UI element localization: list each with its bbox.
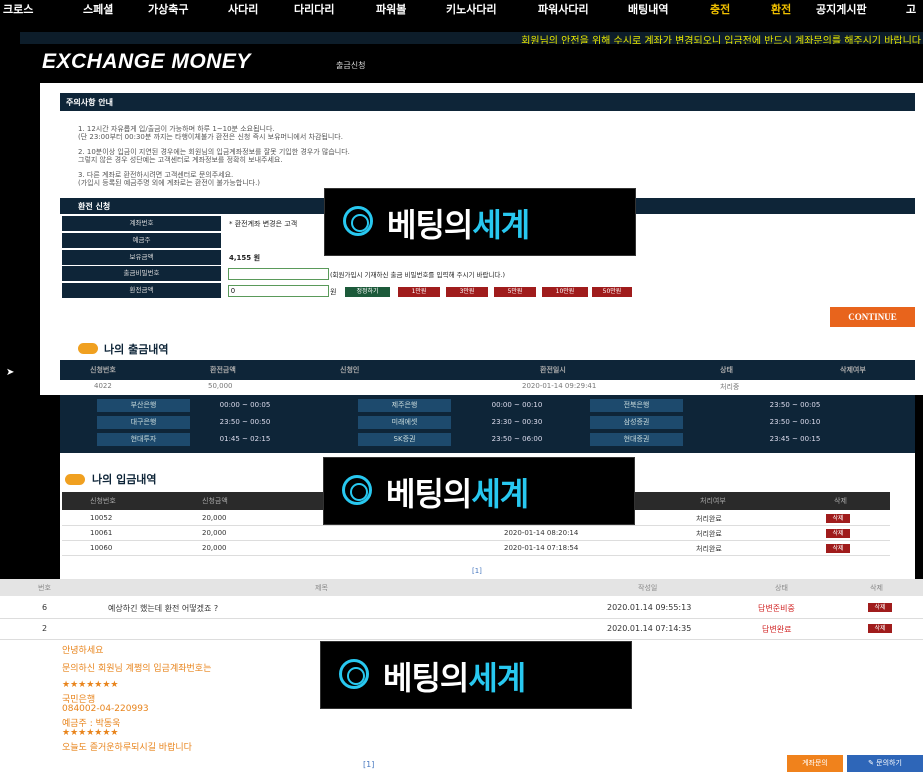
- nav-item-withdraw[interactable]: 환전: [771, 1, 791, 17]
- logo-ring-icon: [343, 206, 373, 236]
- reply-line: 안녕하세요: [62, 646, 104, 656]
- bank-time: 23:50 ~ 00:10: [769, 418, 821, 426]
- coin-icon: [78, 343, 98, 354]
- bank-time: 23:45 ~ 00:15: [769, 435, 821, 443]
- status-badge: 답변준비중: [758, 604, 795, 613]
- page-title: EXCHANGE MONEY: [42, 50, 251, 73]
- nav-item-more[interactable]: 고: [906, 1, 916, 17]
- nav-item-deposit[interactable]: 충전: [710, 1, 730, 17]
- bank-name: 부산은행: [97, 399, 190, 412]
- withdraw-history-header: 신청번호 환전금액 신청인 환전일시 상태 삭제여부: [60, 360, 915, 380]
- reply-line: 084002-04-220993: [62, 704, 149, 714]
- deposit-history-title: 나의 입금내역: [92, 473, 157, 486]
- label-exchange-amount: 환전금액: [62, 283, 221, 298]
- withdraw-password-input[interactable]: [228, 268, 329, 280]
- delete-button[interactable]: 삭제: [868, 603, 892, 612]
- nav-item-special[interactable]: 스페셜: [83, 1, 113, 17]
- notice-line: (단 23:00부터 00:30분 까지는 타행이체불가 환전은 신청 즉시 보…: [78, 133, 343, 141]
- nav-item-notice-board[interactable]: 공지게시판: [816, 1, 867, 17]
- bank-name: SK증권: [358, 433, 451, 446]
- bank-name: 전북은행: [590, 399, 683, 412]
- bank-name: 현대투자: [97, 433, 190, 446]
- reply-line: ★★★★★★★: [62, 728, 119, 738]
- bank-name: 제주은행: [358, 399, 451, 412]
- label-withdraw-password: 출금비밀번호: [62, 266, 221, 281]
- table-row: 10060 20,000 2020-01-14 07:18:54 처리완료 삭제: [62, 542, 890, 556]
- delete-button[interactable]: 삭제: [826, 544, 850, 553]
- password-hint: (회원가입시 기재하신 출금 비밀번호를 입력해 주시기 바랍니다.): [330, 271, 506, 279]
- inquiry-header: 번호 제목 작성일 상태 삭제: [0, 579, 923, 596]
- continue-button[interactable]: CONTINUE: [830, 307, 915, 327]
- bank-time: 23:50 ~ 00:50: [219, 418, 271, 426]
- bank-time: 23:30 ~ 00:30: [491, 418, 543, 426]
- reset-amount-button[interactable]: 정정하기: [345, 287, 390, 297]
- bank-time: 23:50 ~ 06:00: [491, 435, 543, 443]
- account-note: * 환전계좌 변경은 고객: [229, 220, 298, 228]
- page-subtitle: 출금신청: [336, 61, 366, 70]
- bank-time: 00:00 ~ 00:10: [491, 401, 543, 409]
- reply-line: ★★★★★★★: [62, 680, 119, 690]
- logo-ring-icon: [339, 659, 369, 689]
- bank-name: 삼성증권: [590, 416, 683, 429]
- account-inquiry-button[interactable]: 계좌문의: [787, 755, 843, 772]
- quick-amount-50k-button[interactable]: 5만원: [494, 287, 536, 297]
- notice-ticker: 회원님의 안전을 위해 수시로 계좌가 변경되오니 입금전에 반드시 계좌문의를…: [20, 32, 923, 44]
- deposit-pagination[interactable]: [1]: [472, 567, 482, 575]
- bank-name: 현대증권: [590, 433, 683, 446]
- nav-item-daridari[interactable]: 다리다리: [294, 1, 334, 17]
- reply-line: 오늘도 즐거운하루되시길 바랍니다: [62, 743, 192, 753]
- write-inquiry-button[interactable]: ✎ 문의하기: [847, 755, 923, 772]
- mouse-cursor-icon: ➤: [6, 367, 15, 378]
- nav-item-virtual-soccer[interactable]: 가상축구: [148, 1, 188, 17]
- notice-line: 그렇지 않은 경우 성단예는 고객센터로 계좌정보를 정확히 보내주세요.: [78, 156, 283, 164]
- bank-time: 01:45 ~ 02:15: [219, 435, 271, 443]
- delete-button[interactable]: 삭제: [826, 529, 850, 538]
- bank-name: 대구은행: [97, 416, 190, 429]
- label-balance: 보유금액: [62, 250, 221, 265]
- coin-icon: [65, 474, 85, 485]
- amount-unit: 원: [330, 288, 337, 296]
- delete-button[interactable]: 삭제: [826, 514, 850, 523]
- delete-button[interactable]: 삭제: [868, 624, 892, 633]
- bank-time: 23:50 ~ 00:05: [769, 401, 821, 409]
- nav-item-power-ladder[interactable]: 파워사다리: [538, 1, 589, 17]
- quick-amount-10k-button[interactable]: 1만원: [398, 287, 440, 297]
- label-account-holder: 예금주: [62, 233, 221, 248]
- reply-line: 문의하신 회원님 계쩡의 입금계좌번호는: [62, 664, 212, 674]
- table-row: 4022 50,000 2020-01-14 09:29:41 처리중: [94, 382, 740, 391]
- top-nav: 크로스 스페셜 가상축구 사다리 다리다리 파워볼 키노사다리 파워사다리 배팅…: [0, 0, 923, 19]
- inquiry-row[interactable]: 2 2020.01.14 07:14:35 답변완료 삭제: [0, 619, 923, 640]
- watermark-logo: 베팅의세계: [323, 457, 635, 525]
- nav-item-ladder[interactable]: 사다리: [228, 1, 258, 17]
- inquiry-pagination[interactable]: [1]: [363, 760, 374, 769]
- notice-header: 주의사항 안내: [60, 93, 915, 111]
- notice-line: (가입시 등록된 예금주명 외에 계좌로는 환전이 불가능합니다.): [78, 179, 261, 187]
- quick-amount-100k-button[interactable]: 10만원: [542, 287, 588, 297]
- nav-item-cross[interactable]: 크로스: [3, 1, 33, 17]
- exchange-amount-input[interactable]: [228, 285, 329, 297]
- watermark-logo: 베팅의세계: [324, 188, 636, 256]
- bank-name: 미래에셋: [358, 416, 451, 429]
- inquiry-title[interactable]: 예상하긴 했는데 환전 어떻겠죠 ?: [108, 603, 218, 614]
- bank-time: 00:00 ~ 00:05: [219, 401, 271, 409]
- inquiry-row[interactable]: 6 예상하긴 했는데 환전 어떻겠죠 ? 2020.01.14 09:55:13…: [0, 598, 923, 619]
- watermark-logo: 베팅의세계: [320, 641, 632, 709]
- nav-item-keno-ladder[interactable]: 키노사다리: [446, 1, 497, 17]
- label-account-number: 계좌번호: [62, 216, 221, 231]
- nav-item-powerball[interactable]: 파워볼: [376, 1, 406, 17]
- nav-item-bet-history[interactable]: 배팅내역: [628, 1, 668, 17]
- quick-amount-30k-button[interactable]: 3만원: [446, 287, 488, 297]
- status-badge: 답변완료: [762, 625, 792, 634]
- quick-amount-500k-button[interactable]: 50만원: [592, 287, 632, 297]
- table-row: 10061 20,000 2020-01-14 08:20:14 처리완료 삭제: [62, 527, 890, 541]
- logo-ring-icon: [342, 475, 372, 505]
- withdraw-history-title: 나의 출금내역: [104, 343, 169, 356]
- balance-value: 4,155 원: [229, 254, 261, 262]
